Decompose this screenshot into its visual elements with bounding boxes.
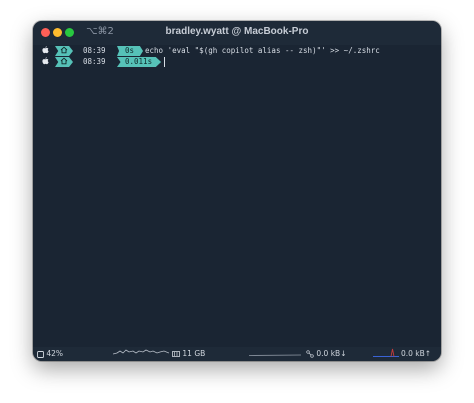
text-cursor	[164, 57, 165, 67]
terminal-content[interactable]: 08:39 0s echo 'eval "$(gh copilot alias …	[33, 45, 441, 347]
prompt-line: 08:39 0s echo 'eval "$(gh copilot alias …	[41, 46, 431, 56]
duration-segment: 0.011s	[117, 57, 162, 67]
terminal-window: ⌥⌘2 bradley.wyatt @ MacBook-Pro 08:39 0s…	[33, 21, 441, 361]
memory-status: 11 GB	[172, 347, 205, 361]
network-down-value: 0.0 kB↓	[316, 349, 347, 358]
status-bar: 42% 11 GB 0.0 kB↓ 0.0 kB↑	[33, 347, 441, 361]
battery-status: 42%	[37, 347, 63, 361]
home-segment	[55, 57, 73, 67]
memory-value: 11 GB	[182, 349, 206, 358]
prompt-time: 08:39	[83, 57, 106, 66]
home-segment	[55, 46, 73, 56]
network-down-status: 0.0 kB↓	[306, 347, 346, 361]
window-title: bradley.wyatt @ MacBook-Pro	[165, 26, 309, 37]
prompt-time: 08:39	[83, 46, 106, 55]
apple-icon	[42, 57, 52, 68]
battery-icon	[37, 350, 44, 358]
network-up-status: 0.0 kB↑	[401, 347, 431, 361]
prompt-line: 08:39 0.011s	[41, 57, 431, 67]
network-up-value: 0.0 kB↑	[401, 349, 432, 358]
battery-percent: 42%	[46, 349, 64, 358]
command-text: echo 'eval "$(gh copilot alias -- zsh)"'…	[145, 46, 380, 55]
network-icon	[306, 350, 314, 358]
apple-icon	[42, 46, 52, 57]
memory-icon	[172, 351, 180, 357]
network-sparkline	[373, 348, 399, 357]
duration-segment: 0s	[117, 46, 144, 56]
memory-sparkline	[249, 354, 301, 356]
cpu-sparkline	[113, 349, 169, 355]
home-icon	[60, 57, 68, 65]
title-bar: ⌥⌘2 bradley.wyatt @ MacBook-Pro	[33, 21, 441, 45]
home-icon	[60, 46, 68, 54]
